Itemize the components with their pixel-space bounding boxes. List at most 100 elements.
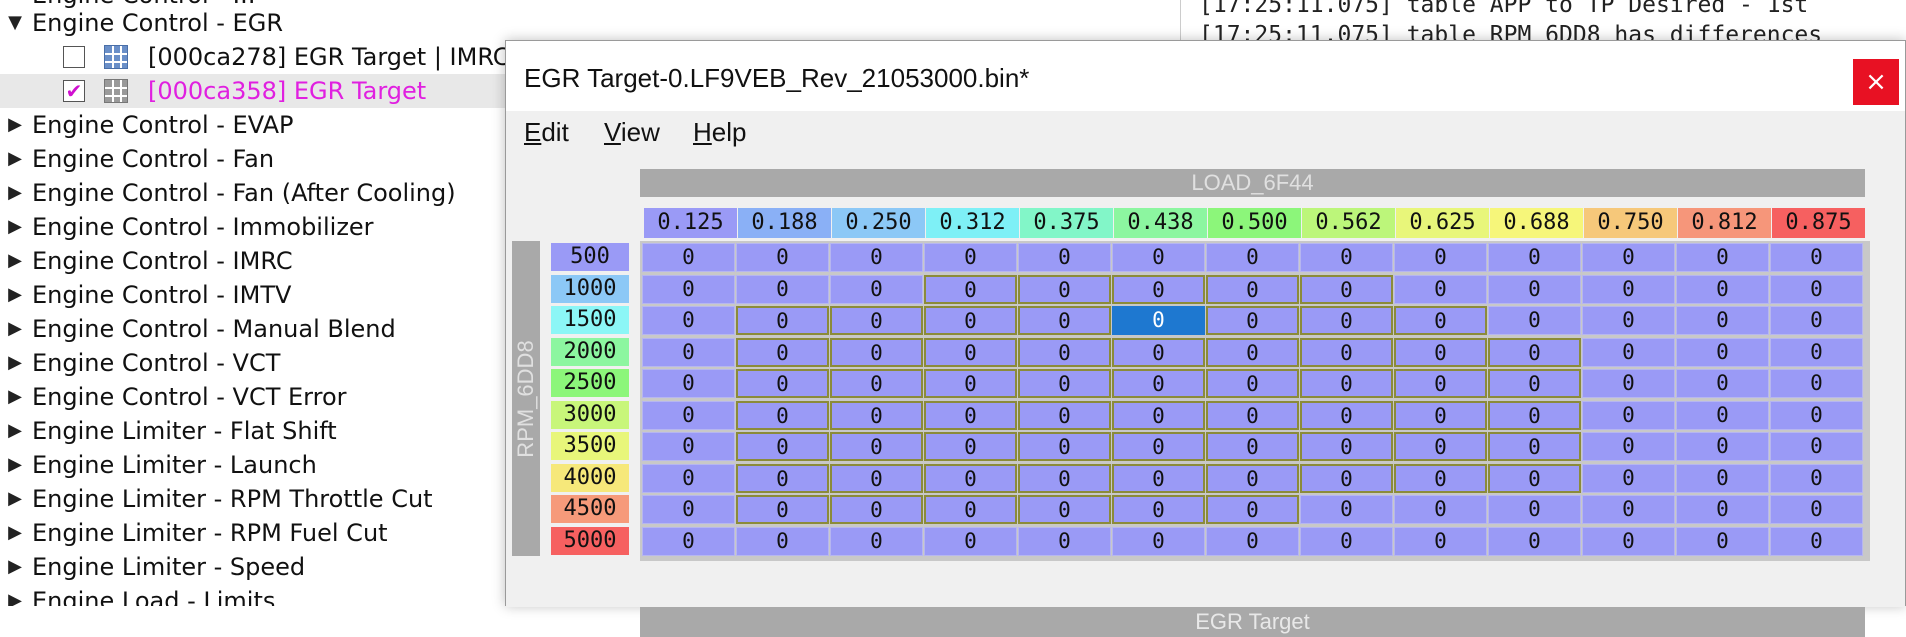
close-button[interactable]: ×	[1853, 59, 1899, 105]
table-cell[interactable]: 0	[1018, 243, 1111, 272]
table-cell[interactable]: 0	[1770, 400, 1863, 430]
y-axis-cell[interactable]: 3500	[551, 432, 629, 460]
x-axis-cell[interactable]: 0.812	[1678, 208, 1771, 238]
expand-arrow-right-icon[interactable]: ▶	[4, 278, 26, 312]
table-cell[interactable]: 0	[1018, 495, 1111, 524]
table-cell[interactable]: 0	[736, 369, 829, 398]
table-cell[interactable]: 0	[1206, 337, 1299, 367]
y-axis-cell[interactable]: 4500	[551, 495, 629, 523]
table-cell[interactable]: 0	[830, 432, 923, 461]
expand-arrow-right-icon[interactable]: ▶	[4, 210, 26, 244]
x-axis-cell[interactable]: 0.188	[738, 208, 831, 238]
menu-item-edit[interactable]: Edit	[524, 117, 569, 148]
table-cell[interactable]: 0	[1206, 243, 1299, 272]
table-cell[interactable]: 0	[1206, 463, 1299, 493]
y-axis-cell[interactable]: 1500	[551, 306, 629, 334]
table-cell[interactable]: 0	[1300, 432, 1393, 461]
table-cell[interactable]: 0	[1394, 306, 1487, 335]
table-cell[interactable]: 0	[1770, 463, 1863, 493]
table-cell[interactable]: 0	[1300, 463, 1393, 493]
y-axis-cell[interactable]: 2500	[551, 369, 629, 397]
table-cell[interactable]: 0	[1770, 495, 1863, 524]
table-cell[interactable]: 0	[1018, 274, 1111, 304]
x-axis-cell[interactable]: 0.438	[1114, 208, 1207, 238]
y-axis-cell[interactable]: 2000	[551, 337, 629, 366]
table-cell[interactable]: 0	[830, 337, 923, 367]
menu-item-help[interactable]: Help	[693, 117, 746, 148]
table-cell[interactable]: 0	[642, 432, 735, 461]
table-cell[interactable]: 0	[1770, 243, 1863, 272]
table-cell[interactable]: 0	[642, 369, 735, 398]
x-axis-cell[interactable]: 0.375	[1020, 208, 1113, 238]
table-cell[interactable]: 0	[1018, 526, 1111, 556]
table-cell[interactable]: 0	[642, 306, 735, 335]
table-cell[interactable]: 0	[1394, 400, 1487, 430]
x-axis-cell[interactable]: 0.750	[1584, 208, 1677, 238]
menu-item-view[interactable]: View	[604, 117, 660, 148]
table-cell[interactable]: 0	[736, 432, 829, 461]
x-axis-cell[interactable]: 0.250	[832, 208, 925, 238]
table-cell[interactable]: 0	[1488, 432, 1581, 461]
expand-arrow-right-icon[interactable]: ▶	[4, 482, 26, 516]
x-axis-cell[interactable]: 0.312	[926, 208, 1019, 238]
table-cell[interactable]: 0	[1394, 243, 1487, 272]
table-cell[interactable]: 0	[1300, 243, 1393, 272]
table-cell[interactable]: 0	[1112, 274, 1205, 304]
table-cell[interactable]: 0	[1676, 432, 1769, 461]
table-cell[interactable]: 0	[1018, 369, 1111, 398]
table-cell[interactable]: 0	[1488, 306, 1581, 335]
table-cell[interactable]: 0	[1300, 400, 1393, 430]
table-cell[interactable]: 0	[1770, 526, 1863, 556]
table-cell[interactable]: 0	[1394, 369, 1487, 398]
table-cell[interactable]: 0	[1300, 495, 1393, 524]
table-cell[interactable]: 0	[642, 495, 735, 524]
table-cell[interactable]: 0	[642, 243, 735, 272]
table-cell[interactable]: 0	[1112, 463, 1205, 493]
table-cell[interactable]: 0	[642, 400, 735, 430]
title-bar[interactable]: EGR Target-0.LF9VEB_Rev_21053000.bin* ×	[506, 41, 1905, 111]
table-cell[interactable]: 0	[1112, 306, 1205, 335]
table-checkbox[interactable]	[63, 46, 85, 68]
expand-arrow-right-icon[interactable]: ▶	[4, 346, 26, 380]
table-cell[interactable]: 0	[1582, 526, 1675, 556]
table-cell[interactable]: 0	[924, 337, 1017, 367]
table-cell[interactable]: 0	[736, 495, 829, 524]
table-cell[interactable]: 0	[1206, 495, 1299, 524]
table-cell[interactable]: 0	[1676, 369, 1769, 398]
table-cell[interactable]: 0	[924, 274, 1017, 304]
x-axis-cell[interactable]: 0.625	[1396, 208, 1489, 238]
expand-arrow-right-icon[interactable]: ▶	[4, 312, 26, 346]
table-cell[interactable]: 0	[642, 337, 735, 367]
table-cell[interactable]: 0	[1206, 400, 1299, 430]
table-cell[interactable]: 0	[1676, 495, 1769, 524]
table-cell[interactable]: 0	[830, 369, 923, 398]
table-cell[interactable]: 0	[736, 400, 829, 430]
table-checkbox[interactable]: ✔	[63, 80, 85, 102]
y-axis-cell[interactable]: 3000	[551, 400, 629, 429]
table-cell[interactable]: 0	[924, 526, 1017, 556]
table-cell[interactable]: 0	[1770, 306, 1863, 335]
table-cell[interactable]: 0	[1206, 306, 1299, 335]
table-cell[interactable]: 0	[642, 526, 735, 556]
table-cell[interactable]: 0	[1112, 243, 1205, 272]
table-cell[interactable]: 0	[830, 400, 923, 430]
table-cell[interactable]: 0	[1112, 337, 1205, 367]
table-cell[interactable]: 0	[1582, 463, 1675, 493]
table-cell[interactable]: 0	[1112, 495, 1205, 524]
table-cell[interactable]: 0	[1582, 337, 1675, 367]
table-cell[interactable]: 0	[1394, 274, 1487, 304]
table-cell[interactable]: 0	[830, 274, 923, 304]
table-cell[interactable]: 0	[1676, 400, 1769, 430]
table-cell[interactable]: 0	[830, 243, 923, 272]
table-cell[interactable]: 0	[1582, 432, 1675, 461]
expand-arrow-right-icon[interactable]: ▶	[4, 414, 26, 448]
expand-arrow-right-icon[interactable]: ▶	[4, 244, 26, 278]
table-cell[interactable]: 0	[1300, 369, 1393, 398]
table-cell[interactable]: 0	[1206, 432, 1299, 461]
table-cell[interactable]: 0	[1300, 526, 1393, 556]
table-cell[interactable]: 0	[736, 463, 829, 493]
expand-arrow-right-icon[interactable]: ▶	[4, 108, 26, 142]
table-cell[interactable]: 0	[1018, 432, 1111, 461]
x-axis-cell[interactable]: 0.875	[1772, 208, 1865, 238]
expand-arrow-right-icon[interactable]: ▶	[4, 176, 26, 210]
